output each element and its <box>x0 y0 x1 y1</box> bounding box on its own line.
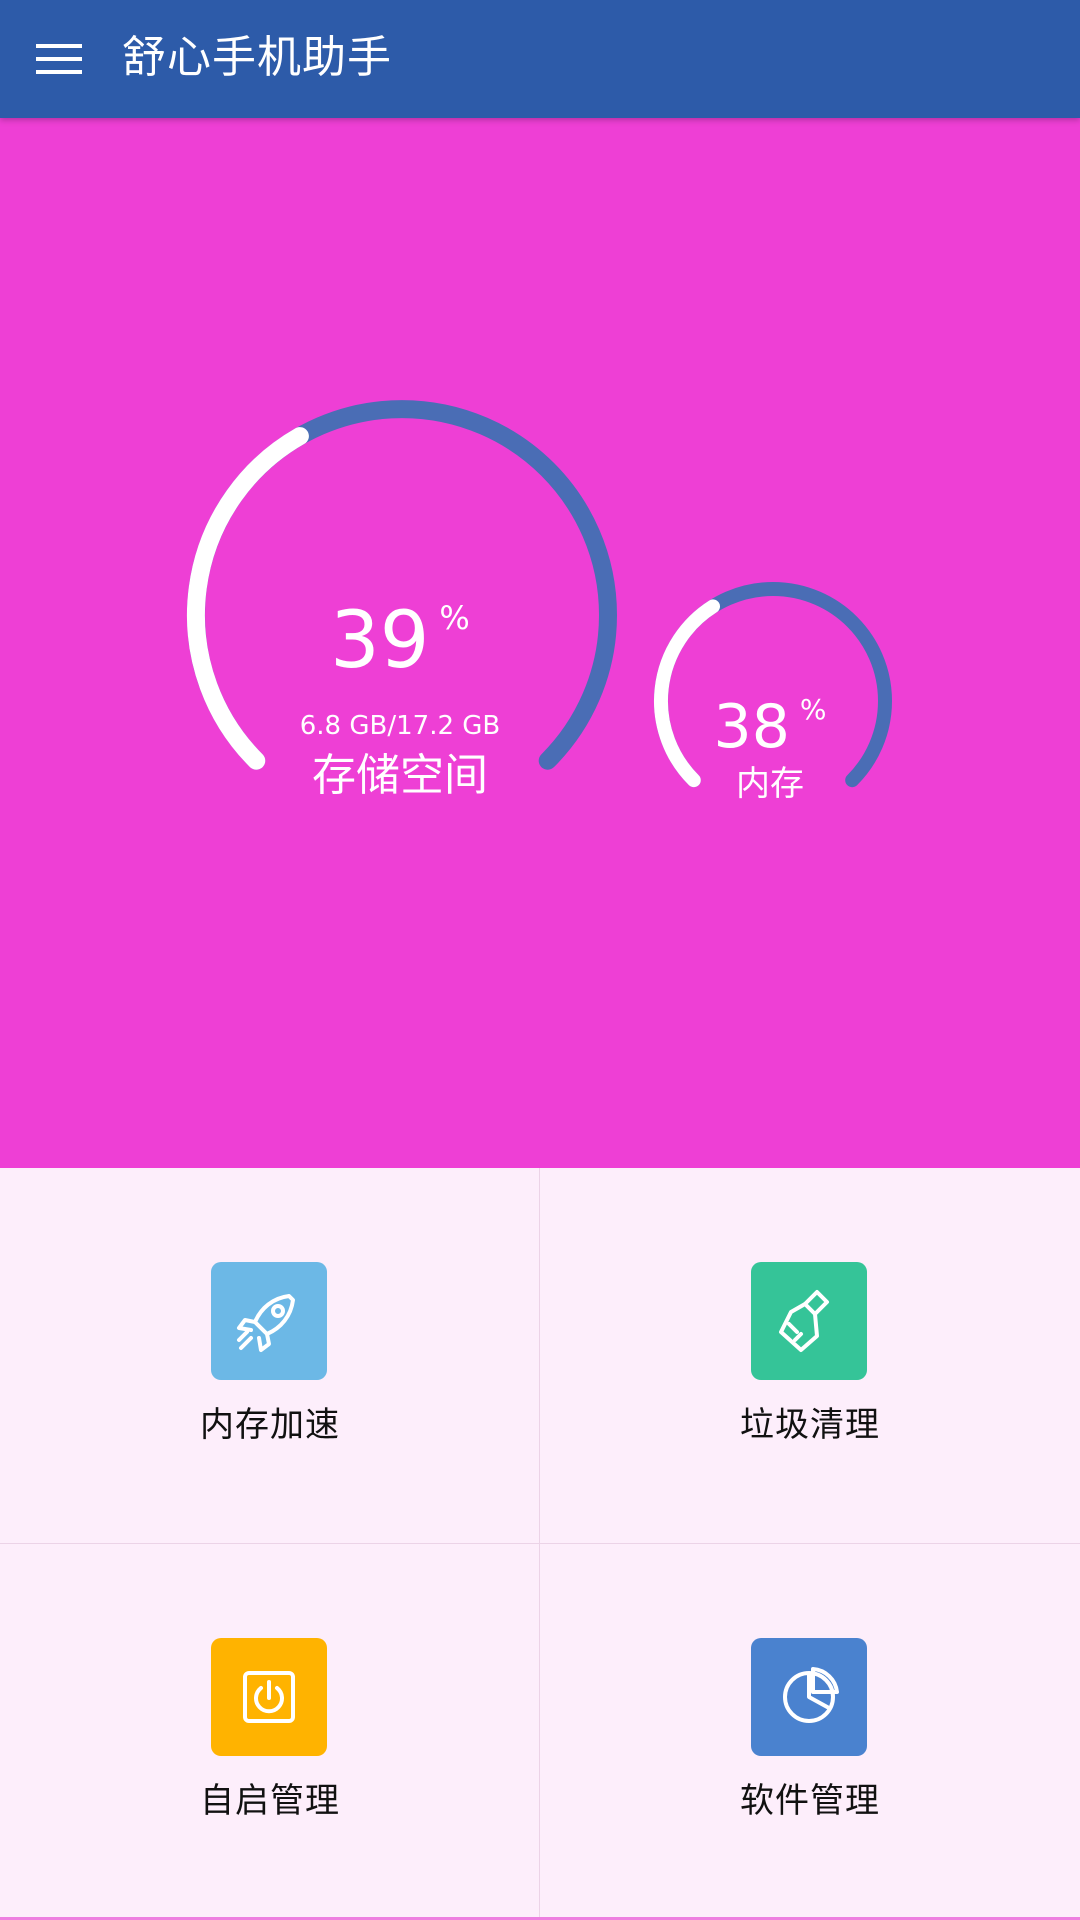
app-title: 舒心手机助手 <box>122 32 392 83</box>
tool-label: 自启管理 <box>200 1781 340 1821</box>
storage-usage: 6.8 GB/17.2 GB <box>299 711 501 741</box>
menu-button[interactable] <box>22 22 98 98</box>
grid-divider-vertical <box>539 1168 540 1920</box>
tool-junk-clean[interactable]: 垃圾清理 <box>540 1168 1080 1544</box>
tool-label: 软件管理 <box>740 1781 880 1821</box>
pie-chart-icon <box>751 1638 867 1756</box>
tool-autostart[interactable]: 自启管理 <box>0 1544 540 1920</box>
tool-memory-boost[interactable]: 内存加速 <box>0 1168 540 1544</box>
tool-grid: 内存加速 垃圾清理 自启管理 软件管理 <box>0 1168 1080 1920</box>
gauges <box>187 400 892 788</box>
dashboard-panel: 39% 6.8 GB/17.2 GB 存储空间 38% 内存 <box>0 118 1080 1168</box>
menu-icon <box>36 44 82 74</box>
tool-app-manager[interactable]: 软件管理 <box>540 1544 1080 1920</box>
tool-label: 内存加速 <box>200 1405 340 1445</box>
rocket-icon <box>211 1262 327 1380</box>
tool-label: 垃圾清理 <box>740 1405 880 1445</box>
app-bar: 舒心手机助手 <box>0 0 1080 118</box>
grid-divider-horizontal <box>0 1543 1080 1544</box>
memory-label: 内存 <box>736 764 804 804</box>
storage-label: 存储空间 <box>312 750 488 801</box>
memory-percent: 38% <box>713 692 827 762</box>
storage-percent: 39% <box>330 596 470 686</box>
power-icon <box>211 1638 327 1756</box>
broom-icon <box>751 1262 867 1380</box>
